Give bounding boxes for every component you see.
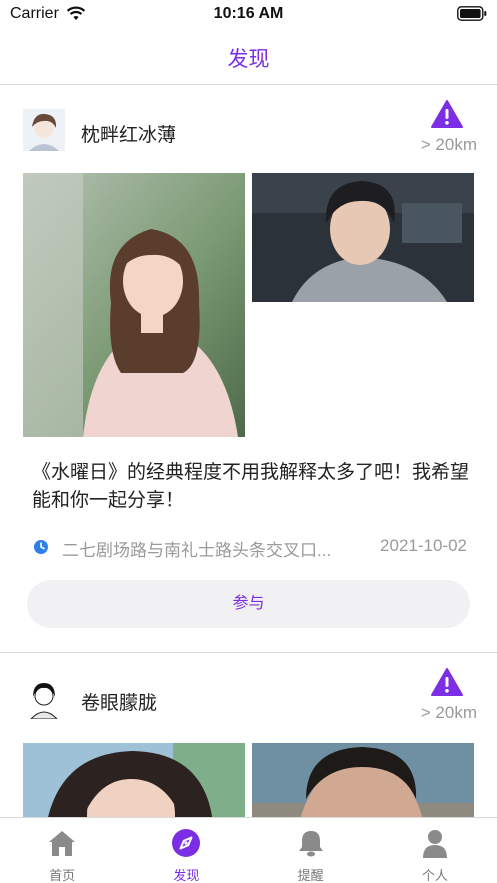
tab-home[interactable]: 首页 bbox=[0, 818, 124, 883]
post-photo-secondary[interactable] bbox=[252, 173, 474, 302]
tab-label: 首页 bbox=[49, 868, 76, 883]
person-icon bbox=[422, 830, 447, 858]
battery-icon bbox=[457, 6, 487, 21]
post-photo-main[interactable] bbox=[23, 173, 245, 437]
discover-feed[interactable]: 枕畔红冰薄 > 20km 《水曜日》的经典程度不用我解释太多了吧！我希望能和你一… bbox=[0, 86, 497, 817]
post-photo-main[interactable] bbox=[23, 743, 245, 817]
post-text: 《水曜日》的经典程度不用我解释太多了吧！我希望能和你一起分享！ bbox=[32, 462, 470, 511]
warning-icon[interactable] bbox=[431, 99, 463, 129]
page-title: 发现 bbox=[227, 48, 270, 71]
tab-discover[interactable]: 发现 bbox=[124, 818, 248, 883]
compass-icon bbox=[172, 829, 201, 857]
status-bar: Carrier 10:16 AM bbox=[0, 0, 497, 28]
tab-label: 发现 bbox=[173, 868, 200, 883]
bell-icon bbox=[298, 831, 323, 857]
distance-label: > 20km bbox=[420, 703, 477, 722]
join-button[interactable]: 参与 bbox=[27, 580, 470, 628]
tab-reminders[interactable]: 提醒 bbox=[249, 818, 373, 883]
warning-icon[interactable] bbox=[431, 667, 463, 697]
tab-bar: 首页 发现 提醒 个人 bbox=[0, 817, 497, 883]
post-photo-secondary[interactable] bbox=[252, 743, 474, 817]
user-name[interactable]: 枕畔红冰薄 bbox=[81, 120, 176, 147]
nav-bar: 发现 bbox=[0, 28, 497, 85]
post-date: 2021-10-02 bbox=[380, 536, 467, 555]
tab-label: 提醒 bbox=[297, 868, 324, 883]
post-card[interactable]: 枕畔红冰薄 > 20km 《水曜日》的经典程度不用我解释太多了吧！我希望能和你一… bbox=[0, 86, 497, 653]
avatar[interactable] bbox=[23, 677, 65, 719]
home-icon bbox=[49, 831, 76, 856]
post-card[interactable]: 卷眼朦胧 > 20km bbox=[0, 654, 497, 817]
status-time: 10:16 AM bbox=[213, 5, 284, 22]
tab-label: 个人 bbox=[421, 868, 448, 883]
user-name[interactable]: 卷眼朦胧 bbox=[81, 688, 157, 715]
location-clock-icon bbox=[34, 540, 48, 554]
avatar[interactable] bbox=[23, 109, 65, 151]
tab-profile[interactable]: 个人 bbox=[373, 818, 497, 883]
distance-label: > 20km bbox=[420, 135, 477, 154]
location-text: 二七剧场路与南礼士路头条交叉口... bbox=[62, 541, 332, 560]
